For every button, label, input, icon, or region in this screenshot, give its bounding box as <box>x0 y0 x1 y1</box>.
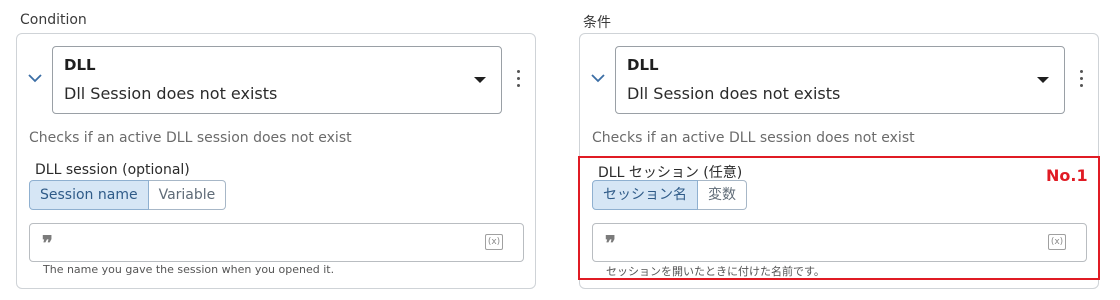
dropdown-value: Dll Session does not exists <box>627 84 841 103</box>
session-name-option[interactable]: Session name <box>29 180 149 210</box>
session-name-hint: The name you gave the session when you o… <box>43 263 335 276</box>
condition-type-dropdown[interactable]: DLL Dll Session does not exists <box>615 46 1065 114</box>
chevron-down-icon[interactable] <box>588 68 608 88</box>
more-vertical-icon[interactable] <box>1072 70 1090 92</box>
condition-description: Checks if an active DLL session does not… <box>29 130 352 146</box>
quote-icon: ❞ <box>42 231 53 255</box>
condition-description: Checks if an active DLL session does not… <box>592 130 915 146</box>
condition-card: DLL Dll Session does not exists Checks i… <box>16 33 536 289</box>
dropdown-value: Dll Session does not exists <box>64 84 278 103</box>
condition-type-dropdown[interactable]: DLL Dll Session does not exists <box>52 46 502 114</box>
variable-option[interactable]: Variable <box>148 180 227 210</box>
condition-heading: Condition <box>20 12 87 28</box>
annotation-label: No.1 <box>1046 166 1088 185</box>
more-vertical-icon[interactable] <box>509 70 527 92</box>
chevron-down-icon[interactable] <box>25 68 45 88</box>
caret-down-icon <box>1037 77 1049 83</box>
dll-session-label: DLL session (optional) <box>35 162 190 178</box>
session-input-mode-toggle: Session name Variable <box>29 180 227 210</box>
condition-panel-en: Condition DLL Dll Session does not exist… <box>16 0 538 300</box>
dropdown-type-label: DLL <box>627 56 659 74</box>
session-name-input[interactable]: ❞ (x) <box>29 223 524 262</box>
dropdown-type-label: DLL <box>64 56 96 74</box>
annotation-highlight-box <box>578 156 1100 280</box>
condition-heading: 条件 <box>583 15 611 31</box>
caret-down-icon <box>474 77 486 83</box>
variable-icon[interactable]: (x) <box>485 234 503 250</box>
